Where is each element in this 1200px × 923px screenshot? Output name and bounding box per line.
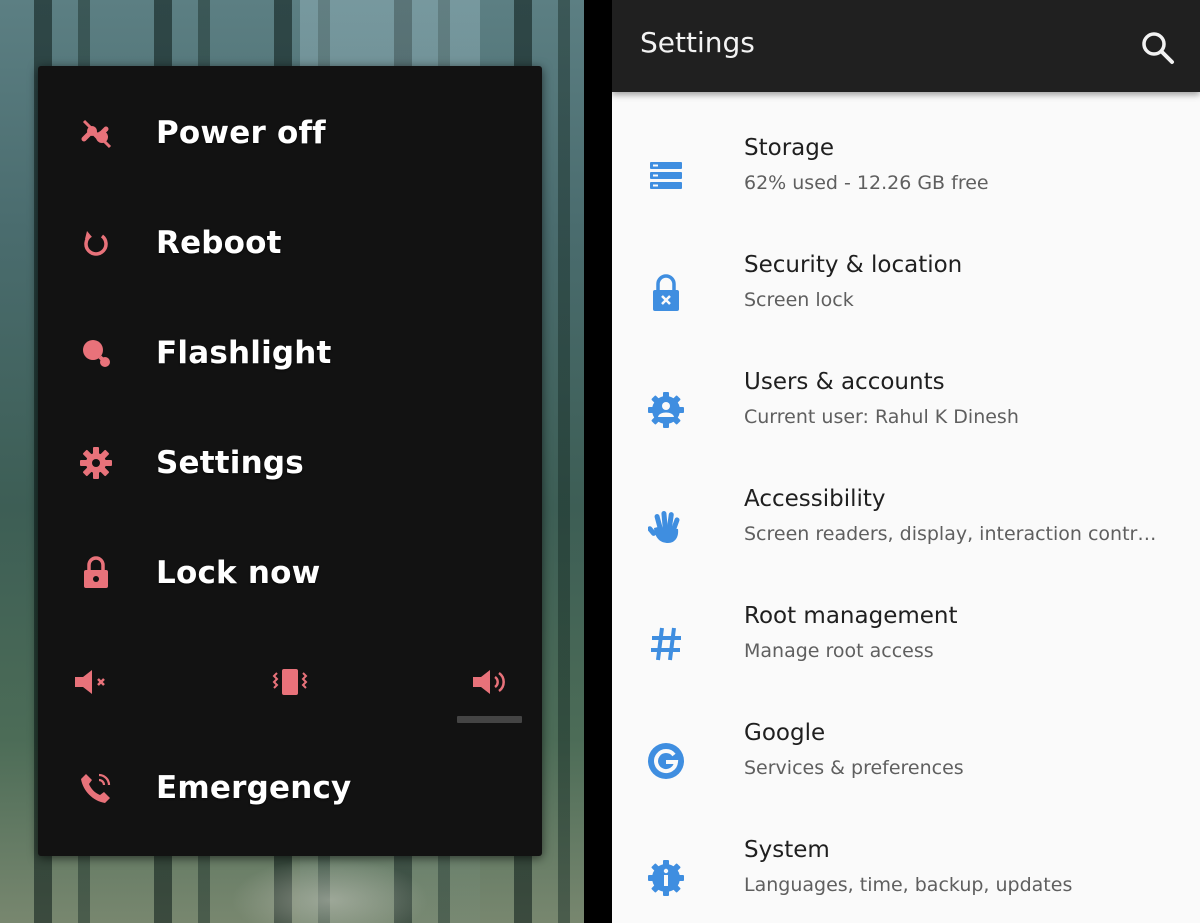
settings-item-title: Storage — [744, 135, 834, 161]
search-icon — [1140, 32, 1176, 70]
power-menu-panel: Power off Reboot Flashlight Settings Loc… — [38, 66, 542, 856]
settings-item-accessibility[interactable]: Accessibility Screen readers, display, i… — [612, 471, 1200, 588]
settings-item-subtitle: 62% used - 12.26 GB free — [744, 172, 989, 194]
flashlight-button[interactable]: Flashlight — [38, 308, 542, 398]
lock-icon — [76, 553, 116, 593]
reboot-button[interactable]: Reboot — [38, 198, 542, 288]
system-info-icon — [646, 858, 686, 898]
settings-item-subtitle: Current user: Rahul K Dinesh — [744, 406, 1019, 428]
sound-on-icon — [470, 667, 510, 701]
settings-item-title: Security & location — [744, 252, 963, 278]
power-off-icon — [76, 113, 116, 153]
emergency-phone-icon — [76, 768, 116, 808]
mute-icon — [72, 667, 112, 701]
settings-screen: Settings Storage 62% used - 12.26 GB fre — [612, 0, 1200, 923]
storage-icon — [646, 156, 686, 196]
sound-on-button[interactable] — [468, 664, 512, 704]
security-lock-icon — [646, 273, 686, 313]
power-menu-screen: Power off Reboot Flashlight Settings Loc… — [0, 0, 584, 923]
accessibility-hand-icon — [646, 507, 686, 547]
settings-item-title: Google — [744, 720, 826, 746]
app-bar: Settings — [612, 0, 1200, 92]
google-icon — [646, 741, 686, 781]
vibrate-button[interactable] — [268, 664, 312, 704]
settings-item-root-management[interactable]: Root management Manage root access — [612, 588, 1200, 705]
users-icon — [646, 390, 686, 430]
page-title: Settings — [640, 26, 755, 59]
flashlight-label: Flashlight — [156, 335, 332, 371]
power-off-button[interactable]: Power off — [38, 88, 542, 178]
settings-item-subtitle: Screen readers, display, interaction con… — [744, 523, 1157, 545]
screen-divider — [584, 0, 612, 923]
emergency-button[interactable]: Emergency — [38, 743, 542, 833]
selected-volume-indicator — [457, 716, 522, 723]
settings-item-system[interactable]: System Languages, time, backup, updates — [612, 822, 1200, 923]
flashlight-icon — [76, 333, 116, 373]
settings-item-security[interactable]: Security & location Screen lock — [612, 237, 1200, 354]
settings-item-google[interactable]: Google Services & preferences — [612, 705, 1200, 822]
reboot-label: Reboot — [156, 225, 282, 261]
settings-item-subtitle: Manage root access — [744, 640, 934, 662]
power-off-label: Power off — [156, 115, 326, 151]
settings-button[interactable]: Settings — [38, 418, 542, 508]
settings-gear-icon — [76, 443, 116, 483]
reboot-icon — [76, 223, 116, 263]
settings-item-title: Accessibility — [744, 486, 886, 512]
settings-item-title: System — [744, 837, 830, 863]
vibrate-icon — [270, 667, 310, 701]
settings-item-title: Users & accounts — [744, 369, 945, 395]
settings-item-subtitle: Languages, time, backup, updates — [744, 874, 1073, 896]
lock-now-button[interactable]: Lock now — [38, 528, 542, 618]
settings-item-storage[interactable]: Storage 62% used - 12.26 GB free — [612, 120, 1200, 237]
settings-label: Settings — [156, 445, 304, 481]
settings-item-subtitle: Screen lock — [744, 289, 854, 311]
lock-now-label: Lock now — [156, 555, 321, 591]
settings-item-users[interactable]: Users & accounts Current user: Rahul K D… — [612, 354, 1200, 471]
mute-button[interactable] — [70, 664, 114, 704]
settings-item-subtitle: Services & preferences — [744, 757, 964, 779]
search-button[interactable] — [1140, 30, 1176, 66]
hash-icon — [646, 624, 686, 664]
settings-item-title: Root management — [744, 603, 958, 629]
emergency-label: Emergency — [156, 770, 352, 806]
